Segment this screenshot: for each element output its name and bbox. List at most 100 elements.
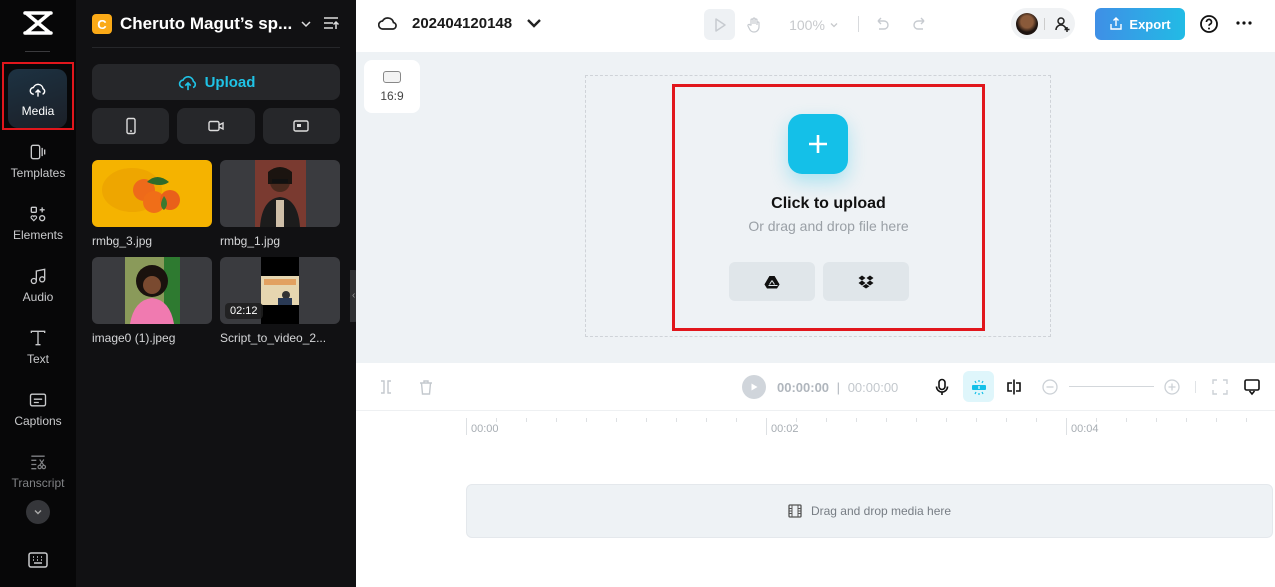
media-thumbnail xyxy=(92,257,212,324)
portrait-image xyxy=(255,160,306,227)
split-scene-icon xyxy=(1007,379,1021,395)
ruler-minor-tick xyxy=(946,418,947,422)
aspect-ratio-label: 16:9 xyxy=(380,88,404,103)
add-media-button[interactable] xyxy=(788,114,848,174)
ruler-minor-tick xyxy=(1096,418,1097,422)
camera-icon xyxy=(208,120,224,132)
ruler-minor-tick xyxy=(586,418,587,422)
monitor-icon xyxy=(1244,379,1260,396)
record-voiceover-button[interactable] xyxy=(932,377,952,397)
ruler-minor-tick xyxy=(1246,418,1247,422)
timeline-dropzone[interactable]: Drag and drop media here xyxy=(466,484,1273,538)
aspect-ratio-button[interactable]: 16:9 xyxy=(364,60,420,113)
undo-button[interactable] xyxy=(871,9,893,40)
timeline-toolbar: 00:00:00 | 00:00:00 xyxy=(356,363,1275,411)
upload-button[interactable]: Upload xyxy=(92,64,340,100)
ruler-minor-tick xyxy=(916,418,917,422)
record-screen-button[interactable] xyxy=(262,108,340,144)
toolbar-divider xyxy=(1195,381,1196,393)
capcut-logo-icon[interactable] xyxy=(22,10,54,36)
media-item[interactable]: image0 (1).jpeg xyxy=(92,257,212,345)
dropzone-text: Drag and drop media here xyxy=(810,504,952,518)
share-icon xyxy=(1110,17,1123,30)
rail-item-audio[interactable]: Audio xyxy=(0,257,76,313)
project-name: 202404120148 xyxy=(412,14,513,32)
ruler-minor-tick xyxy=(1036,418,1037,422)
ruler-minor-tick xyxy=(1006,418,1007,422)
cloud-icon xyxy=(378,17,397,30)
record-camera-button[interactable] xyxy=(177,108,255,144)
dropbox-button[interactable] xyxy=(823,262,909,301)
media-item[interactable]: rmbg_1.jpg xyxy=(220,160,340,248)
chevron-left-icon: ‹ xyxy=(352,290,356,301)
ruler-minor-tick xyxy=(736,418,737,422)
capcut-editor: Media Templates Elements Audio Text Capt… xyxy=(0,0,1275,587)
media-name: Script_to_video_2... xyxy=(220,331,327,345)
ruler-minor-tick xyxy=(826,418,827,422)
ruler-minor-tick xyxy=(616,418,617,422)
upload-dropzone[interactable]: Click to upload Or drag and drop file he… xyxy=(672,84,985,331)
music-note-icon xyxy=(30,268,46,285)
export-button[interactable]: Export xyxy=(1095,8,1185,40)
more-options-icon[interactable] xyxy=(1235,20,1253,26)
zoom-level-dropdown[interactable]: 100% xyxy=(786,9,842,40)
ruler-tick xyxy=(1066,418,1067,435)
workspace-badge: C xyxy=(92,14,112,34)
user-avatar[interactable] xyxy=(1016,12,1038,35)
rail-item-templates[interactable]: Templates xyxy=(0,133,76,189)
ruler-label: 00:04 xyxy=(1071,423,1099,435)
add-collaborator-icon[interactable] xyxy=(1054,15,1072,33)
split-button[interactable] xyxy=(376,377,396,397)
play-button[interactable] xyxy=(742,375,766,399)
media-item[interactable]: rmbg_3.jpg xyxy=(92,160,212,248)
current-time: 00:00:00 xyxy=(777,380,830,395)
redo-button[interactable] xyxy=(909,9,931,40)
google-drive-icon xyxy=(764,275,780,288)
ruler-label: 00:02 xyxy=(771,423,799,435)
keyboard-shortcuts-icon[interactable] xyxy=(28,552,48,568)
timeline-zoom-slider[interactable] xyxy=(1069,386,1154,387)
playback-time: 00:00:00 | 00:00:00 xyxy=(777,380,899,395)
help-icon[interactable] xyxy=(1199,14,1219,34)
select-tool-button[interactable] xyxy=(704,9,735,40)
ruler-minor-tick xyxy=(556,418,557,422)
zoom-in-button[interactable] xyxy=(1162,377,1182,397)
pointer-icon xyxy=(714,17,726,32)
rail-label: Text xyxy=(26,352,49,366)
timeline-ruler[interactable]: 00:00 00:02 00:04 xyxy=(356,412,1275,442)
upload-label: Upload xyxy=(204,73,256,91)
upload-from-phone-button[interactable] xyxy=(92,108,170,144)
cloud-upload-icon xyxy=(178,76,196,91)
preview-monitor-button[interactable] xyxy=(1242,377,1262,397)
more-tools-button[interactable] xyxy=(26,500,50,524)
rail-label: Captions xyxy=(14,414,62,428)
microphone-icon xyxy=(935,378,949,395)
zoom-in-icon xyxy=(1164,379,1180,395)
export-label: Export xyxy=(1129,16,1171,32)
sort-icon[interactable] xyxy=(322,14,340,32)
redo-icon xyxy=(913,17,925,30)
rail-item-elements[interactable]: Elements xyxy=(0,195,76,251)
rail-label: Audio xyxy=(22,290,54,304)
hand-tool-button[interactable] xyxy=(742,9,766,40)
split-scene-button[interactable] xyxy=(1004,377,1024,397)
rail-item-captions[interactable]: Captions xyxy=(0,381,76,437)
google-drive-button[interactable] xyxy=(729,262,815,301)
auto-snap-button[interactable] xyxy=(963,371,994,402)
phone-icon xyxy=(125,117,136,135)
toolbar-divider xyxy=(858,16,859,32)
ruler-minor-tick xyxy=(796,418,797,422)
workspace-selector[interactable]: C Cheruto Magut’s sp... xyxy=(92,12,340,36)
zoom-out-button[interactable] xyxy=(1040,377,1060,397)
oranges-image xyxy=(102,168,180,213)
preview-stage: 16:9 Click to upload Or drag and drop fi… xyxy=(356,52,1275,363)
ruler-minor-tick xyxy=(1186,418,1187,422)
rail-item-transcript[interactable]: Transcript xyxy=(0,443,76,499)
rail-item-text[interactable]: Text xyxy=(0,319,76,375)
ruler-minor-tick xyxy=(496,418,497,422)
project-selector[interactable]: 202404120148 xyxy=(378,14,544,32)
delete-button[interactable] xyxy=(416,377,436,397)
media-thumbnail xyxy=(220,160,340,227)
fit-timeline-button[interactable] xyxy=(1210,377,1230,397)
media-item[interactable]: 02:12 Script_to_video_2... xyxy=(220,257,340,345)
